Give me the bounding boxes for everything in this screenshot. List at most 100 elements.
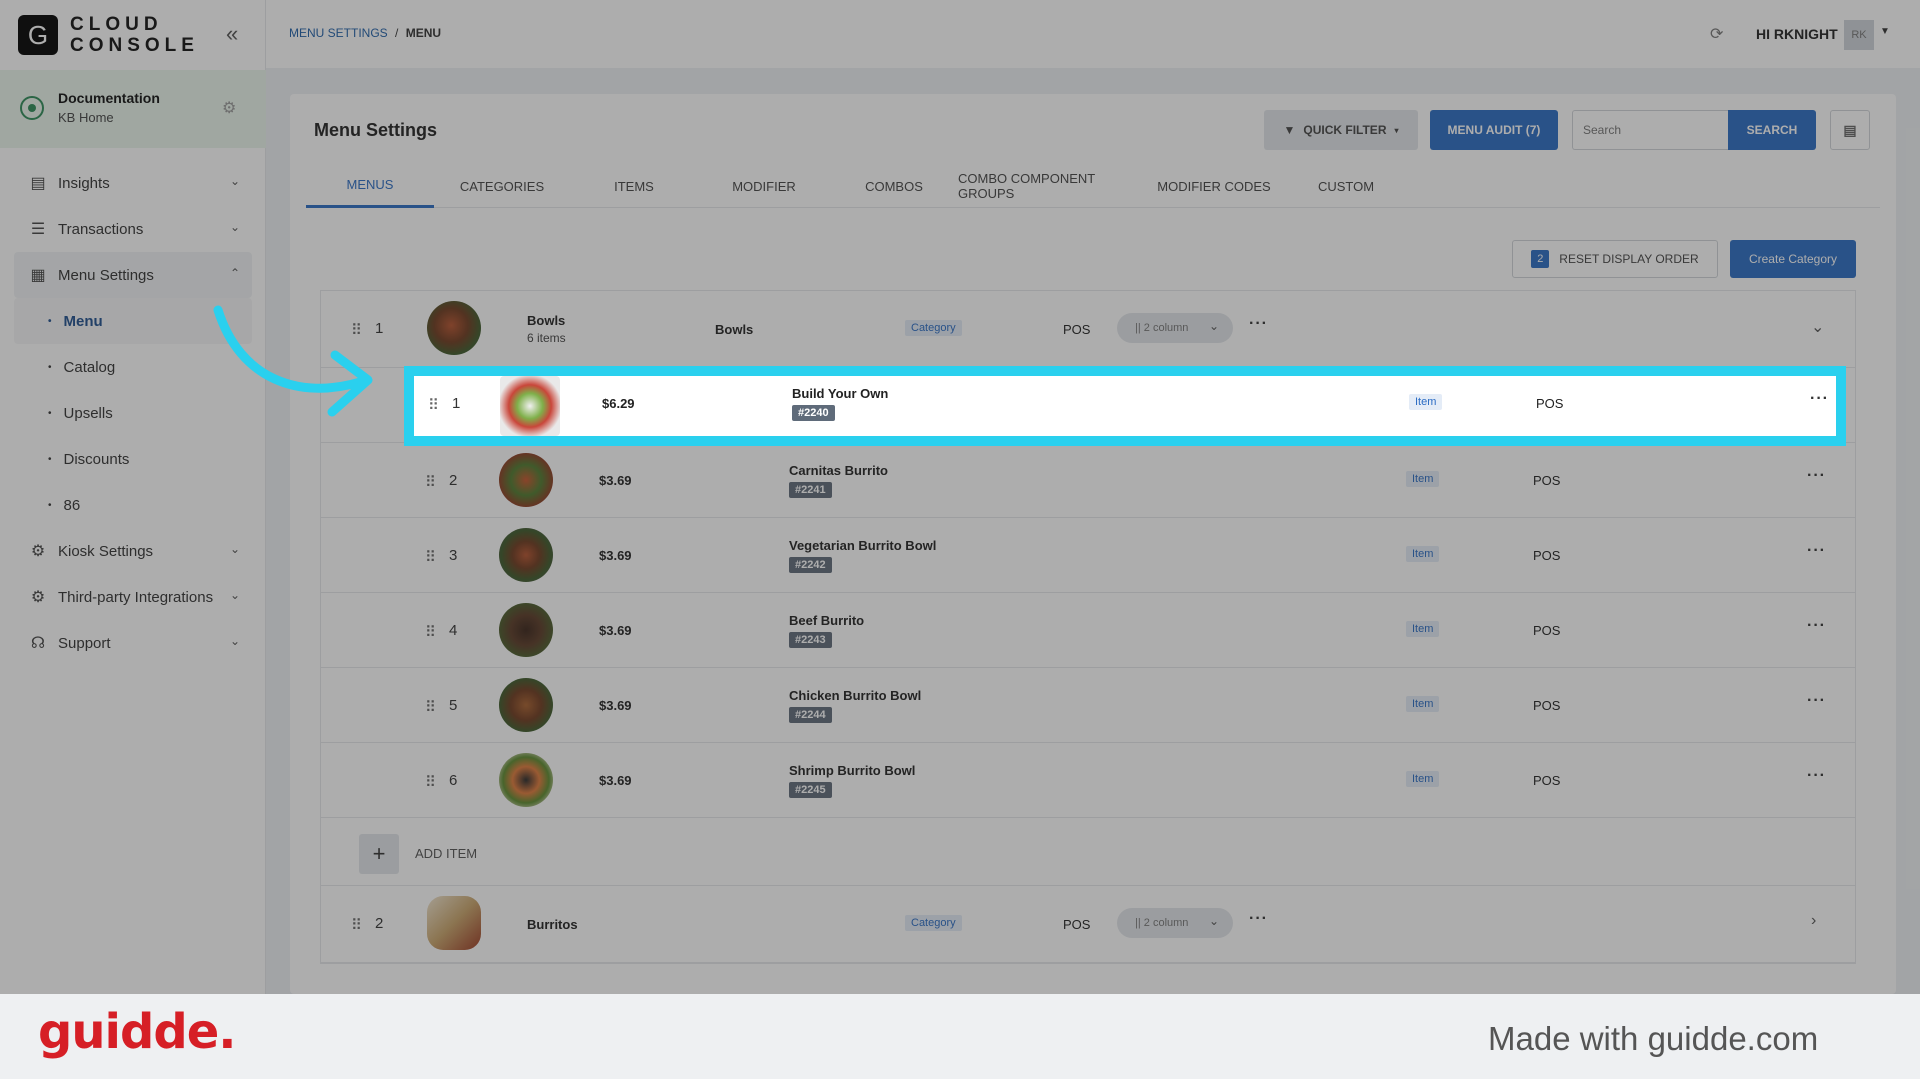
integrations-icon: ⚙ <box>30 589 46 606</box>
create-category-button[interactable]: Create Category <box>1730 240 1856 278</box>
chevron-down-icon[interactable]: ⌄ <box>1811 317 1824 337</box>
highlighted-item-row[interactable]: ⠿ 1 $6.29 Build Your Own #2240 Item POS … <box>404 366 1846 446</box>
tab-modifier-codes[interactable]: MODIFIER CODES <box>1146 164 1282 208</box>
sidebar-item-kiosk-settings[interactable]: ⚙ Kiosk Settings ⌄ <box>0 528 266 574</box>
app-logo[interactable]: G CLOUD CONSOLE <box>18 14 199 56</box>
category-type-badge: Category <box>905 915 962 931</box>
more-options-icon[interactable]: ··· <box>1249 910 1268 928</box>
table-row[interactable]: ⠿ 3 $3.69 Vegetarian Burrito Bowl #2242 … <box>321 518 1855 593</box>
category-row[interactable]: ⠿ 2 Burritos Category POS || 2 column ⌄ … <box>321 886 1855 963</box>
item-channel: POS <box>1533 623 1561 638</box>
sidebar-item-label: Third-party Integrations <box>58 588 214 606</box>
tab-combo-component-groups[interactable]: COMBO COMPONENT GROUPS <box>958 164 1146 208</box>
item-image <box>500 376 560 436</box>
more-options-icon[interactable]: ··· <box>1807 467 1826 485</box>
sidebar-item-transactions[interactable]: ☰ Transactions ⌄ <box>0 206 266 252</box>
item-type-badge: Item <box>1406 696 1440 712</box>
tab-items[interactable]: ITEMS <box>570 164 698 208</box>
menu-settings-card: Menu Settings ▼ QUICK FILTER ▾ MENU AUDI… <box>290 94 1896 994</box>
more-options-icon[interactable]: ··· <box>1810 390 1829 408</box>
insights-icon: ▤ <box>30 175 46 192</box>
item-name: Vegetarian Burrito Bowl <box>789 538 937 553</box>
item-channel: POS <box>1536 396 1564 411</box>
document-icon[interactable]: ▤ <box>1830 110 1870 150</box>
location-selector[interactable]: Documentation KB Home ⚙ <box>0 70 266 148</box>
search-input[interactable] <box>1572 110 1728 150</box>
tab-categories[interactable]: CATEGORIES <box>434 164 570 208</box>
add-item-button[interactable]: + <box>359 834 399 874</box>
sidebar-subitem-86[interactable]: • 86 <box>0 482 266 528</box>
sidebar-subitem-discounts[interactable]: • Discounts <box>0 436 266 482</box>
item-order: 3 <box>449 547 458 564</box>
item-image <box>499 453 553 507</box>
chevron-down-icon: ⌄ <box>230 220 241 234</box>
caret-down-icon: ▾ <box>1394 125 1399 135</box>
drag-handle-icon[interactable]: ⠿ <box>428 396 439 414</box>
item-order: 4 <box>449 622 458 639</box>
drag-handle-icon[interactable]: ⠿ <box>425 623 436 641</box>
tab-combos[interactable]: COMBOS <box>830 164 958 208</box>
sidebar-item-label: Menu Settings <box>58 266 154 284</box>
made-with-text: Made with guidde.com <box>1488 1020 1819 1057</box>
sidebar-item-support[interactable]: ☊ Support ⌄ <box>0 620 266 666</box>
column-layout-value: || 2 column <box>1135 322 1189 334</box>
tab-menus[interactable]: MENUS <box>306 164 434 208</box>
menu-audit-button[interactable]: MENU AUDIT (7) <box>1430 110 1558 150</box>
more-options-icon[interactable]: ··· <box>1807 692 1826 710</box>
category-row[interactable]: ⠿ 1 Bowls 6 items Bowls Category POS || … <box>321 291 1855 368</box>
table-row[interactable]: ⠿ 2 $3.69 Carnitas Burrito #2241 Item PO… <box>321 443 1855 518</box>
table-row[interactable]: ⠿ 6 $3.69 Shrimp Burrito Bowl #2245 Item… <box>321 743 1855 818</box>
item-image <box>499 603 553 657</box>
drag-handle-icon[interactable]: ⠿ <box>425 773 436 791</box>
avatar[interactable]: RK <box>1844 20 1874 50</box>
category-count: 6 items <box>527 331 566 345</box>
category-label: Bowls <box>715 322 754 337</box>
more-options-icon[interactable]: ··· <box>1249 315 1268 333</box>
refresh-icon[interactable]: ⟳ <box>1710 24 1723 44</box>
gear-icon[interactable]: ⚙ <box>222 98 236 118</box>
breadcrumb-link[interactable]: MENU SETTINGS <box>289 26 388 40</box>
item-name: Shrimp Burrito Bowl <box>789 763 916 778</box>
user-greeting[interactable]: HI RKNIGHT <box>1756 26 1838 42</box>
item-type-badge: Item <box>1406 546 1440 562</box>
chevron-down-icon: ⌄ <box>230 174 241 188</box>
column-layout-select[interactable]: || 2 column ⌄ <box>1117 908 1233 938</box>
caret-down-icon[interactable]: ▼ <box>1880 26 1890 37</box>
sidebar-subitem-label: 86 <box>63 496 81 514</box>
item-code-badge: #2241 <box>789 482 832 498</box>
category-name: Bowls <box>527 313 566 328</box>
chevron-down-icon: ⌄ <box>230 588 241 602</box>
drag-handle-icon[interactable]: ⠿ <box>351 916 362 934</box>
sidebar-item-label: Support <box>58 634 111 652</box>
sidebar-item-insights[interactable]: ▤ Insights ⌄ <box>0 160 266 206</box>
add-item-label[interactable]: ADD ITEM <box>415 846 477 861</box>
sidebar-item-label: Insights <box>58 174 110 192</box>
item-code-badge: #2245 <box>789 782 832 798</box>
add-item-row: + ADD ITEM <box>321 818 1855 886</box>
more-options-icon[interactable]: ··· <box>1807 767 1826 785</box>
sidebar-item-menu-settings[interactable]: ▦ Menu Settings ⌃ <box>14 252 252 298</box>
table-row[interactable]: ⠿ 4 $3.69 Beef Burrito #2243 Item POS ··… <box>321 593 1855 668</box>
tab-modifier[interactable]: MODIFIER <box>698 164 830 208</box>
logo-line-1: CLOUD <box>70 14 163 35</box>
chevron-right-icon[interactable]: › <box>1811 912 1816 930</box>
collapse-sidebar-icon[interactable]: « <box>226 23 248 46</box>
drag-handle-icon[interactable]: ⠿ <box>425 698 436 716</box>
sidebar: G CLOUD CONSOLE « Documentation KB Home … <box>0 0 266 994</box>
search-button[interactable]: SEARCH <box>1728 110 1816 150</box>
breadcrumb: MENU SETTINGS / MENU <box>289 26 441 40</box>
quick-filter-button[interactable]: ▼ QUICK FILTER ▾ <box>1264 110 1418 150</box>
sidebar-item-third-party[interactable]: ⚙ Third-party Integrations ⌄ <box>0 574 266 620</box>
column-layout-select[interactable]: || 2 column ⌄ <box>1117 313 1233 343</box>
category-name: Burritos <box>527 917 578 932</box>
tab-custom[interactable]: CUSTOM <box>1282 164 1410 208</box>
sidebar-subitem-label: Menu <box>63 312 103 330</box>
filter-icon: ▼ <box>1283 123 1296 137</box>
drag-handle-icon[interactable]: ⠿ <box>425 473 436 491</box>
more-options-icon[interactable]: ··· <box>1807 617 1826 635</box>
drag-handle-icon[interactable]: ⠿ <box>425 548 436 566</box>
table-row[interactable]: ⠿ 5 $3.69 Chicken Burrito Bowl #2244 Ite… <box>321 668 1855 743</box>
more-options-icon[interactable]: ··· <box>1807 542 1826 560</box>
reset-display-order-button[interactable]: 2 RESET DISPLAY ORDER <box>1512 240 1718 278</box>
sidebar-item-label: Kiosk Settings <box>58 542 154 560</box>
